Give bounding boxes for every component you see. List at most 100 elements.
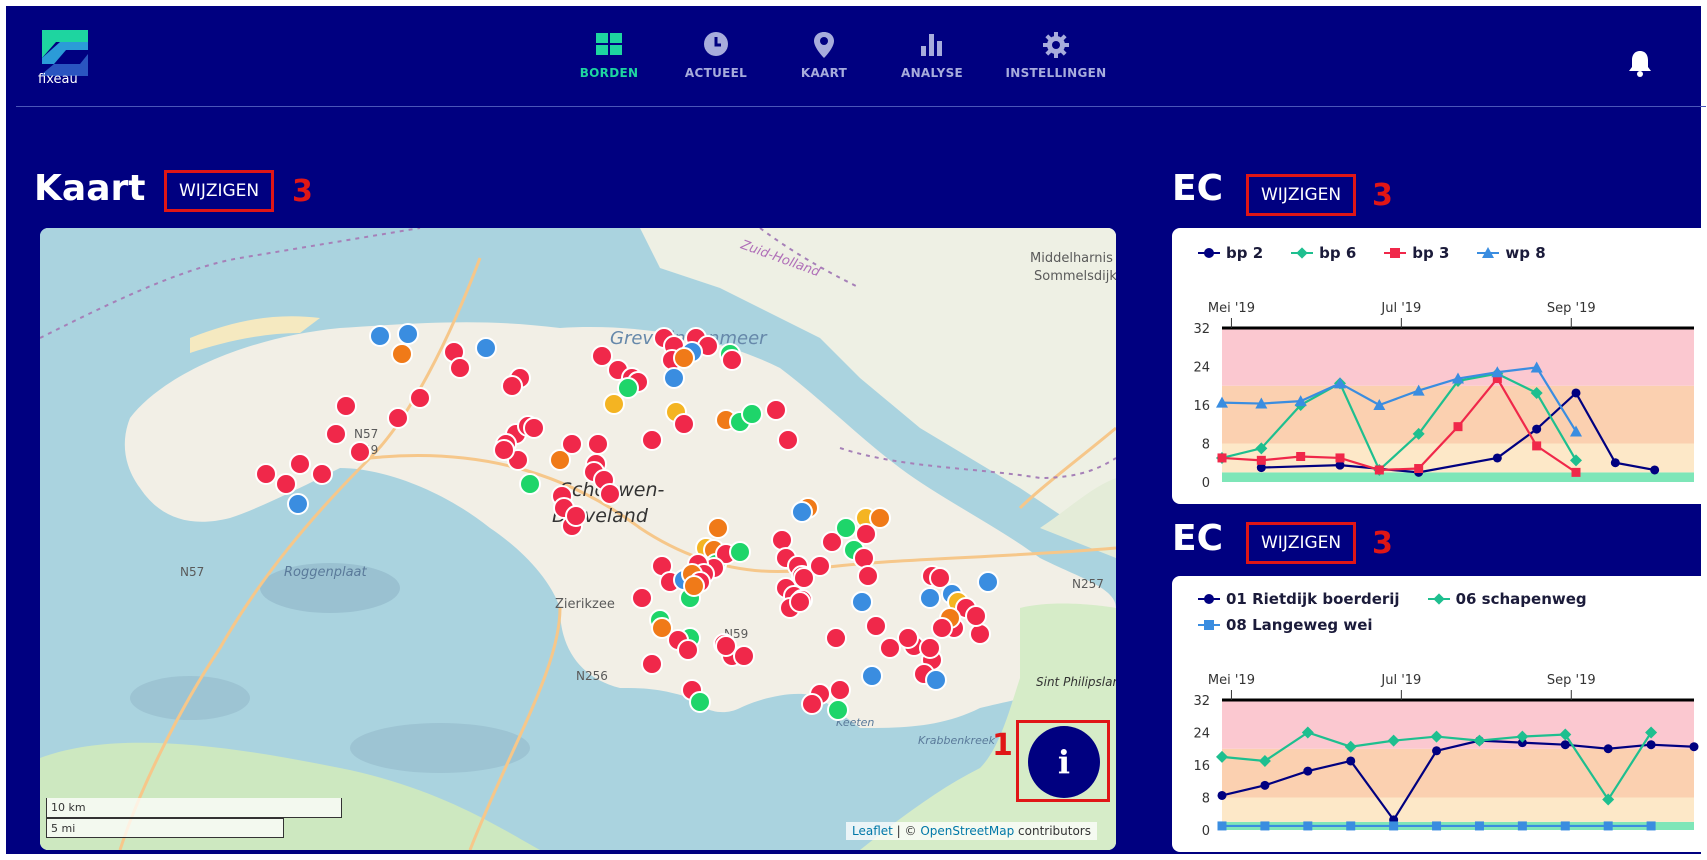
map-marker[interactable] [729, 541, 751, 563]
data-point[interactable] [1432, 821, 1442, 831]
map-marker[interactable] [519, 473, 541, 495]
data-point[interactable] [1346, 821, 1356, 831]
data-point[interactable] [1603, 821, 1613, 831]
map-marker[interactable] [825, 627, 847, 649]
nav-actueel[interactable]: ACTUEEL [662, 30, 770, 80]
map-marker[interactable] [599, 483, 621, 505]
map-marker[interactable] [397, 323, 419, 345]
map-marker[interactable] [857, 565, 879, 587]
map-marker[interactable] [851, 591, 873, 613]
nav-instellingen[interactable]: INSTELLINGEN [986, 30, 1126, 80]
map-marker[interactable] [765, 399, 787, 421]
data-point[interactable] [1474, 821, 1484, 831]
data-point[interactable] [1217, 453, 1227, 463]
map-marker[interactable] [689, 691, 711, 713]
data-point[interactable] [1256, 455, 1266, 465]
map-marker[interactable] [897, 627, 919, 649]
map-marker[interactable] [591, 345, 613, 367]
map-marker[interactable] [587, 433, 609, 455]
map-marker[interactable] [771, 529, 793, 551]
map-marker[interactable] [707, 517, 729, 539]
map-marker[interactable] [335, 395, 357, 417]
data-point[interactable] [1532, 424, 1542, 434]
map-marker[interactable] [289, 453, 311, 475]
map-marker[interactable] [777, 429, 799, 451]
data-point[interactable] [1260, 821, 1270, 831]
map-marker[interactable] [865, 615, 887, 637]
map-marker[interactable] [861, 665, 883, 687]
map-canvas[interactable]: Zuid-Holland Grevelingenmeer Middelharni… [40, 228, 1116, 850]
map-marker[interactable] [793, 567, 815, 589]
map-marker[interactable] [969, 623, 991, 645]
chart1-panel[interactable]: bp 2 bp 6 bp 3 wp 8 0 8 16 24 32 Mei '19 Jul '… [1172, 228, 1707, 504]
map-marker[interactable] [449, 357, 471, 379]
nav-kaart[interactable]: KAART [770, 30, 878, 80]
data-point[interactable] [1453, 422, 1463, 432]
map-marker[interactable] [835, 517, 857, 539]
map-marker[interactable] [683, 575, 705, 597]
data-point[interactable] [1389, 821, 1399, 831]
chart2-edit-button[interactable]: WIJZIGEN [1246, 522, 1357, 564]
map-marker[interactable] [565, 505, 587, 527]
data-point[interactable] [1492, 453, 1502, 463]
leaflet-link[interactable]: Leaflet [852, 824, 893, 838]
map-marker[interactable] [387, 407, 409, 429]
data-point[interactable] [1689, 742, 1699, 752]
map-marker[interactable] [733, 645, 755, 667]
data-point[interactable] [1346, 756, 1356, 766]
map-marker[interactable] [919, 637, 941, 659]
map-marker[interactable] [475, 337, 497, 359]
data-point[interactable] [1217, 821, 1227, 831]
map-marker[interactable] [369, 325, 391, 347]
map-marker[interactable] [715, 635, 737, 657]
chart2-panel[interactable]: 01 Rietdijk boerderij 06 schapenweg 08 L… [1172, 576, 1707, 852]
info-button[interactable]: i [1028, 726, 1100, 798]
map-marker[interactable] [879, 637, 901, 659]
map-marker[interactable] [801, 693, 823, 715]
map-marker[interactable] [965, 605, 987, 627]
data-point[interactable] [1414, 464, 1424, 474]
map-marker[interactable] [677, 639, 699, 661]
map-marker[interactable] [663, 367, 685, 389]
map-marker[interactable] [631, 587, 653, 609]
map-marker[interactable] [919, 587, 941, 609]
map-marker[interactable] [977, 571, 999, 593]
data-point[interactable] [1532, 441, 1542, 451]
data-point[interactable] [1335, 453, 1345, 463]
map-marker[interactable] [311, 463, 333, 485]
chart1-edit-button[interactable]: WIJZIGEN [1246, 174, 1357, 216]
map-marker[interactable] [931, 617, 953, 639]
map-marker[interactable] [493, 439, 515, 461]
map-marker[interactable] [721, 349, 743, 371]
osm-link[interactable]: OpenStreetMap [920, 824, 1014, 838]
map-marker[interactable] [641, 653, 663, 675]
map-marker[interactable] [617, 377, 639, 399]
map-marker[interactable] [501, 375, 523, 397]
data-point[interactable] [1650, 465, 1660, 475]
map-marker[interactable] [391, 343, 413, 365]
data-point[interactable] [1217, 790, 1227, 800]
map-marker[interactable] [255, 463, 277, 485]
data-point[interactable] [1571, 388, 1581, 398]
data-point[interactable] [1610, 458, 1620, 468]
nav-analyse[interactable]: ANALYSE [878, 30, 986, 80]
data-point[interactable] [1303, 821, 1313, 831]
map-edit-button[interactable]: WIJZIGEN [164, 170, 275, 212]
map-marker[interactable] [275, 473, 297, 495]
map-marker[interactable] [789, 591, 811, 613]
map-marker[interactable] [603, 393, 625, 415]
map-panel[interactable]: Zuid-Holland Grevelingenmeer Middelharni… [40, 228, 1116, 850]
map-marker[interactable] [287, 493, 309, 515]
map-marker[interactable] [523, 417, 545, 439]
map-marker[interactable] [349, 441, 371, 463]
data-point[interactable] [1260, 780, 1270, 790]
data-point[interactable] [1374, 465, 1384, 475]
map-marker[interactable] [855, 523, 877, 545]
bell-icon[interactable] [1626, 48, 1654, 78]
map-marker[interactable] [925, 669, 947, 691]
data-point[interactable] [1432, 746, 1442, 756]
map-marker[interactable] [325, 423, 347, 445]
chart1-plot[interactable]: 0 8 16 24 32 Mei '19 Jul '19 Sep '19 [1172, 228, 1707, 504]
chart2-plot[interactable]: 0 8 16 24 32 Mei '19 Jul '19 Sep '19 [1172, 576, 1707, 852]
map-marker[interactable] [673, 347, 695, 369]
